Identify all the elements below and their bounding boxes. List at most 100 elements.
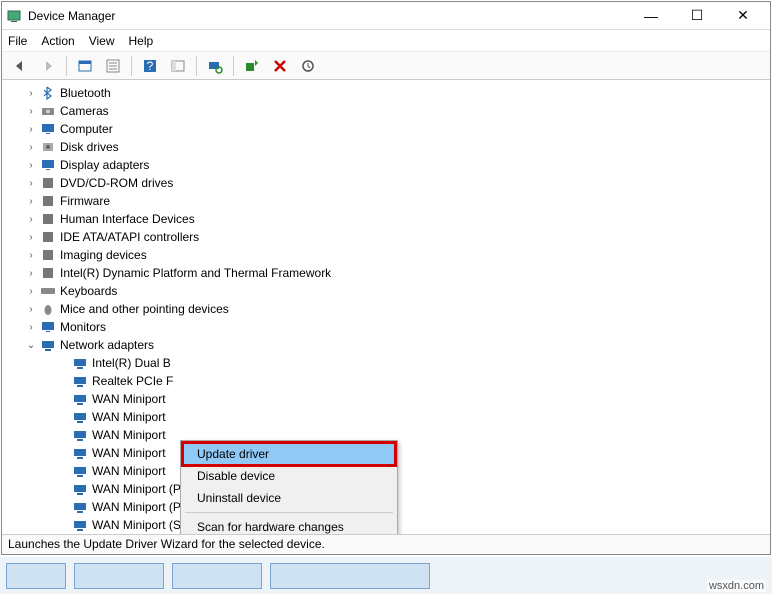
maximize-button[interactable]: ☐: [674, 2, 720, 30]
tree-category-label: Disk drives: [60, 140, 119, 154]
tree-category[interactable]: › Bluetooth: [6, 84, 770, 102]
network-adapter-icon: [72, 481, 88, 497]
titlebar: Device Manager — ☐ ✕: [2, 2, 770, 30]
tree-category-label: Bluetooth: [60, 86, 111, 100]
keyboard-icon: [40, 283, 56, 299]
expand-icon[interactable]: ›: [24, 104, 38, 118]
back-button[interactable]: [8, 55, 32, 77]
tree-category[interactable]: › Keyboards: [6, 282, 770, 300]
tree-device[interactable]: WAN Miniport: [6, 390, 770, 408]
tree-category[interactable]: › Cameras: [6, 102, 770, 120]
network-adapter-icon: [72, 373, 88, 389]
toolbar-button-5[interactable]: [166, 55, 190, 77]
expand-icon[interactable]: ›: [24, 86, 38, 100]
uninstall-button[interactable]: [268, 55, 292, 77]
network-adapter-icon: [72, 409, 88, 425]
scan-hardware-button[interactable]: [203, 55, 227, 77]
status-bar: Launches the Update Driver Wizard for th…: [2, 534, 770, 554]
bluetooth-icon: [40, 85, 56, 101]
expand-icon[interactable]: ›: [24, 176, 38, 190]
camera-icon: [40, 103, 56, 119]
context-menu-item[interactable]: Update driver: [183, 443, 395, 465]
menu-help[interactable]: Help: [129, 34, 154, 48]
tree-category[interactable]: ›Computer: [6, 120, 770, 138]
context-menu-item[interactable]: Uninstall device: [183, 487, 395, 509]
menu-file[interactable]: File: [8, 34, 27, 48]
network-adapter-icon: [72, 355, 88, 371]
tree-category[interactable]: › DVD/CD-ROM drives: [6, 174, 770, 192]
tree-device-label: Intel(R) Dual B: [92, 356, 171, 370]
computer-icon: [40, 121, 56, 137]
tree-category-label: Cameras: [60, 104, 109, 118]
tree-device-label: Realtek PCIe F: [92, 374, 173, 388]
device-tree[interactable]: ›Bluetooth›Cameras›Computer›Disk drives›…: [2, 80, 770, 534]
collapse-icon[interactable]: ⌄: [24, 338, 38, 352]
status-text: Launches the Update Driver Wizard for th…: [8, 537, 325, 551]
tree-category-label: Display adapters: [60, 158, 149, 172]
context-menu-item[interactable]: Scan for hardware changes: [183, 516, 395, 534]
menu-view[interactable]: View: [89, 34, 115, 48]
dvd-icon: [40, 175, 56, 191]
help-button[interactable]: ?: [138, 55, 162, 77]
firmware-icon: [40, 193, 56, 209]
thumbnail-4: [270, 563, 430, 589]
tree-category-label: DVD/CD-ROM drives: [60, 176, 173, 190]
tree-category[interactable]: › Firmware: [6, 192, 770, 210]
tree-category[interactable]: › Intel(R) Dynamic Platform and Thermal F…: [6, 264, 770, 282]
tree-device[interactable]: WAN Miniport: [6, 408, 770, 426]
minimize-button[interactable]: —: [628, 2, 674, 30]
tree-category-label: Imaging devices: [60, 248, 147, 262]
expand-icon[interactable]: ›: [24, 212, 38, 226]
update-driver-button[interactable]: [240, 55, 264, 77]
tree-category[interactable]: › Disk drives: [6, 138, 770, 156]
expand-icon[interactable]: ›: [24, 158, 38, 172]
tree-category[interactable]: ›Human Interface Devices: [6, 210, 770, 228]
expand-icon[interactable]: ›: [24, 320, 38, 334]
menu-action[interactable]: Action: [41, 34, 74, 48]
close-button[interactable]: ✕: [720, 2, 766, 30]
disable-button[interactable]: [296, 55, 320, 77]
window-title: Device Manager: [28, 9, 628, 23]
context-menu: Update driverDisable deviceUninstall dev…: [180, 440, 398, 534]
thumbnail-2: [74, 563, 164, 589]
expand-icon[interactable]: ›: [24, 230, 38, 244]
expand-icon[interactable]: ›: [24, 122, 38, 136]
tree-device[interactable]: Intel(R) Dual B: [6, 354, 770, 372]
tree-category-label: Keyboards: [60, 284, 117, 298]
show-hide-console-button[interactable]: [73, 55, 97, 77]
expand-icon[interactable]: ›: [24, 248, 38, 262]
tree-category-label: Intel(R) Dynamic Platform and Thermal Fr…: [60, 266, 331, 280]
tree-category[interactable]: › Imaging devices: [6, 246, 770, 264]
tree-category[interactable]: ›Monitors: [6, 318, 770, 336]
tree-device-label: WAN Miniport: [92, 464, 166, 478]
context-menu-item[interactable]: Disable device: [183, 465, 395, 487]
thumbnail-3: [172, 563, 262, 589]
tree-device-label: WAN Miniport: [92, 428, 166, 442]
display-icon: [40, 157, 56, 173]
tree-category[interactable]: ›IDE ATA/ATAPI controllers: [6, 228, 770, 246]
tree-device[interactable]: Realtek PCIe F: [6, 372, 770, 390]
tree-category-label: Network adapters: [60, 338, 154, 352]
expand-icon[interactable]: ›: [24, 284, 38, 298]
network-adapter-icon: [72, 463, 88, 479]
tree-category-label: Firmware: [60, 194, 110, 208]
monitor-icon: [40, 319, 56, 335]
network-icon: [40, 337, 56, 353]
network-adapter-icon: [72, 391, 88, 407]
expand-icon[interactable]: ›: [24, 140, 38, 154]
expand-icon[interactable]: ›: [24, 266, 38, 280]
menubar: File Action View Help: [2, 30, 770, 52]
tree-category[interactable]: ⌄ Network adapters: [6, 336, 770, 354]
properties-icon-button[interactable]: [101, 55, 125, 77]
forward-button[interactable]: [36, 55, 60, 77]
expand-icon[interactable]: ›: [24, 302, 38, 316]
disk-icon: [40, 139, 56, 155]
expand-icon[interactable]: ›: [24, 194, 38, 208]
tree-category[interactable]: ›Mice and other pointing devices: [6, 300, 770, 318]
tree-device-label: WAN Miniport: [92, 410, 166, 424]
imaging-icon: [40, 247, 56, 263]
tree-category[interactable]: › Display adapters: [6, 156, 770, 174]
network-adapter-icon: [72, 445, 88, 461]
hid-icon: [40, 211, 56, 227]
mouse-icon: [40, 301, 56, 317]
